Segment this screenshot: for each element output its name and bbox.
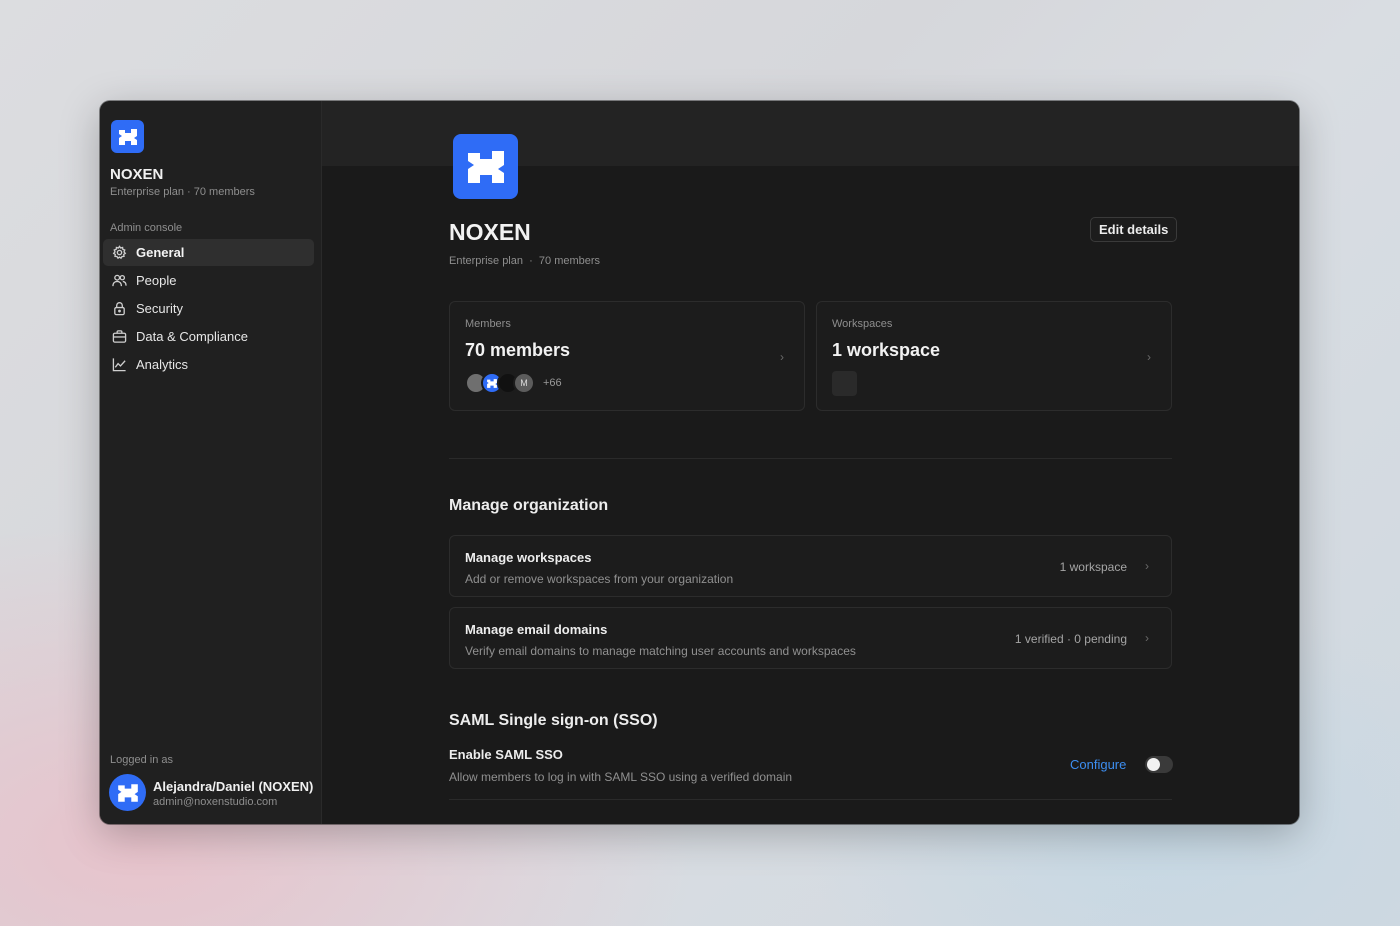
sso-section-title: SAML Single sign-on (SSO) (449, 712, 658, 729)
manage-email-domains-row[interactable]: Manage email domains Verify email domain… (449, 607, 1172, 669)
chevron-right-icon: › (780, 350, 784, 364)
org-plan-summary: Enterprise plan · 70 members (110, 186, 255, 198)
enable-sso-description: Allow members to log in with SAML SSO us… (449, 770, 793, 784)
manage-workspaces-row[interactable]: Manage workspaces Add or remove workspac… (449, 535, 1172, 597)
toggle-knob (1147, 758, 1160, 771)
workspace-thumbnail (832, 371, 857, 396)
user-name: Alejandra/Daniel (NOXEN) (153, 779, 314, 794)
members-card[interactable]: Members 70 members M +66 › (449, 301, 805, 411)
chart-icon (111, 357, 127, 373)
divider (449, 799, 1172, 800)
sso-toggle[interactable] (1145, 756, 1173, 773)
workspaces-label: Workspaces (832, 318, 893, 330)
row-status: 1 verified · 0 pending (1014, 632, 1127, 646)
manage-organization-title: Manage organization (449, 497, 609, 514)
org-logo-icon (467, 150, 504, 183)
sidebar-item-label: People (136, 273, 177, 288)
main-content: NOXEN Enterprise plan · 70 members Edit … (322, 101, 1299, 824)
sidebar-item-label: Analytics (136, 357, 189, 372)
sidebar-item-people[interactable]: People (103, 267, 314, 294)
edit-details-button[interactable]: Edit details (1090, 217, 1178, 242)
row-title: Manage workspaces (465, 550, 592, 565)
sidebar-item-security[interactable]: Security (103, 295, 314, 322)
admin-window: NOXEN Enterprise plan · 70 members Admin… (100, 101, 1299, 824)
sidebar-item-label: General (136, 245, 185, 260)
row-description: Verify email domains to manage matching … (465, 644, 856, 658)
chevron-right-icon: › (1147, 350, 1151, 364)
org-logo-icon (111, 120, 144, 153)
sidebar-item-label: Security (136, 301, 183, 316)
configure-sso-link[interactable]: Configure (1070, 757, 1126, 772)
row-status: 1 workspace (1059, 560, 1127, 574)
plan-label: Enterprise plan (449, 255, 523, 267)
lock-icon (111, 301, 127, 317)
sidebar-nav: General People Security Data & Complianc… (103, 239, 314, 379)
workspaces-card[interactable]: Workspaces 1 workspace › (816, 301, 1172, 411)
members-value: 70 members (465, 340, 571, 360)
divider (449, 458, 1172, 459)
org-name: NOXEN (110, 166, 164, 183)
separator: · (529, 255, 533, 267)
chevron-right-icon: › (1145, 559, 1149, 573)
org-logo-icon (117, 783, 138, 802)
chevron-right-icon: › (1145, 631, 1149, 645)
people-icon (111, 273, 127, 289)
enable-sso-title: Enable SAML SSO (449, 747, 563, 762)
gear-icon (111, 245, 127, 261)
user-email: admin@noxenstudio.com (153, 796, 278, 808)
member-avatars: M +66 (465, 372, 562, 394)
sidebar-item-general[interactable]: General (103, 239, 314, 266)
members-label: Members (465, 318, 511, 330)
page-subtitle: Enterprise plan · 70 members (449, 255, 600, 267)
org-logo-large (453, 134, 518, 199)
logged-in-label: Logged in as (110, 754, 173, 766)
user-avatar[interactable] (109, 774, 146, 811)
member-count: 70 members (538, 255, 601, 267)
row-title: Manage email domains (465, 622, 608, 637)
more-members-count: +66 (543, 377, 562, 389)
page-title: NOXEN (449, 219, 531, 245)
sidebar: NOXEN Enterprise plan · 70 members Admin… (100, 101, 322, 824)
row-description: Add or remove workspaces from your organ… (465, 572, 734, 586)
briefcase-icon (111, 329, 127, 345)
sidebar-item-data-compliance[interactable]: Data & Compliance (103, 323, 314, 350)
sidebar-item-label: Data & Compliance (136, 329, 248, 344)
sidebar-item-analytics[interactable]: Analytics (103, 351, 314, 378)
admin-console-label: Admin console (110, 222, 183, 234)
avatar: M (513, 372, 535, 394)
workspaces-value: 1 workspace (832, 340, 941, 360)
